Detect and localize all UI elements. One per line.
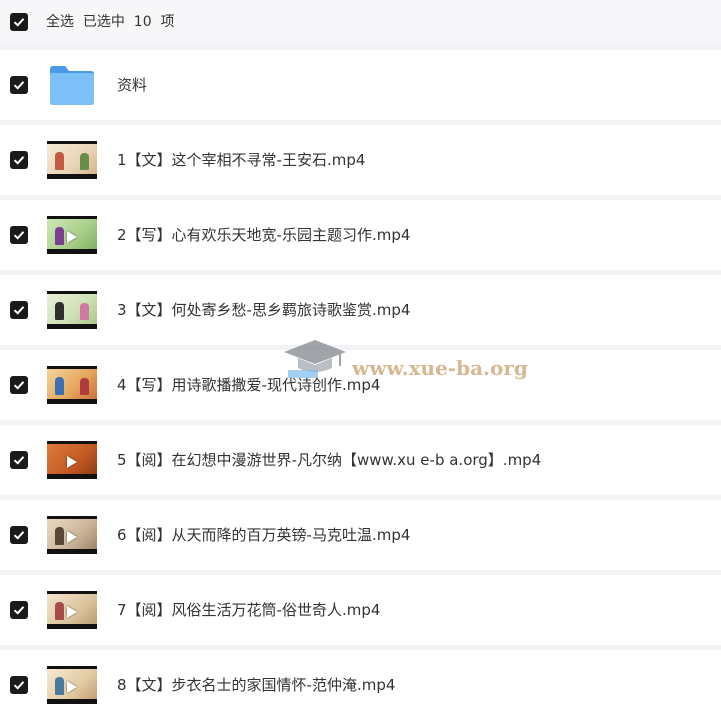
checkmark-icon xyxy=(13,18,25,27)
list-item-video[interactable]: 4【写】用诗歌播撒爱-现代诗创作.mp4 xyxy=(0,350,721,420)
checkmark-icon xyxy=(13,156,25,165)
checkmark-icon xyxy=(13,306,25,315)
item-name[interactable]: 8【文】步衣名士的家国情怀-范仲淹.mp4 xyxy=(117,650,395,720)
item-checkbox[interactable] xyxy=(10,526,28,544)
item-checkbox[interactable] xyxy=(10,76,28,94)
folder-icon xyxy=(50,66,94,105)
checkmark-icon xyxy=(13,456,25,465)
select-all-bar: 全选 已选中 10 项 xyxy=(0,0,721,44)
checkmark-icon xyxy=(13,231,25,240)
list-item-video[interactable]: 3【文】何处寄乡愁-思乡羁旅诗歌鉴赏.mp4 xyxy=(0,275,721,345)
play-icon xyxy=(67,231,77,243)
list-item-folder[interactable]: 资料 xyxy=(0,50,721,120)
item-name[interactable]: 1【文】这个宰相不寻常-王安石.mp4 xyxy=(117,125,365,195)
checkmark-icon xyxy=(13,606,25,615)
list-item-video[interactable]: 6【阅】从天而降的百万英镑-马克吐温.mp4 xyxy=(0,500,721,570)
video-thumbnail xyxy=(47,216,97,254)
item-name[interactable]: 5【阅】在幻想中漫游世界-凡尔纳【www.xu e-b a.org】.mp4 xyxy=(117,425,541,495)
list-item-video[interactable]: 2【写】心有欢乐天地宽-乐园主题习作.mp4 xyxy=(0,200,721,270)
play-icon xyxy=(67,531,77,543)
video-thumbnail xyxy=(47,441,97,479)
item-name[interactable]: 资料 xyxy=(117,50,147,120)
video-thumbnail xyxy=(47,141,97,179)
item-checkbox[interactable] xyxy=(10,376,28,394)
list-item-video[interactable]: 5【阅】在幻想中漫游世界-凡尔纳【www.xu e-b a.org】.mp4 xyxy=(0,425,721,495)
checkmark-icon xyxy=(13,531,25,540)
item-checkbox[interactable] xyxy=(10,226,28,244)
item-name[interactable]: 2【写】心有欢乐天地宽-乐园主题习作.mp4 xyxy=(117,200,410,270)
item-checkbox[interactable] xyxy=(10,451,28,469)
video-thumbnail xyxy=(47,291,97,329)
play-icon xyxy=(67,681,77,693)
item-checkbox[interactable] xyxy=(10,301,28,319)
play-icon xyxy=(67,456,77,468)
checkmark-icon xyxy=(13,81,25,90)
item-checkbox[interactable] xyxy=(10,151,28,169)
list-item-video[interactable]: 8【文】步衣名士的家国情怀-范仲淹.mp4 xyxy=(0,650,721,720)
item-checkbox[interactable] xyxy=(10,676,28,694)
play-icon xyxy=(67,606,77,618)
selection-count-text: 全选 已选中 10 项 xyxy=(46,14,175,30)
list-item-video[interactable]: 1【文】这个宰相不寻常-王安石.mp4 xyxy=(0,125,721,195)
video-thumbnail xyxy=(47,591,97,629)
item-name[interactable]: 7【阅】风俗生活万花筒-俗世奇人.mp4 xyxy=(117,575,380,645)
video-thumbnail xyxy=(47,516,97,554)
item-name[interactable]: 6【阅】从天而降的百万英镑-马克吐温.mp4 xyxy=(117,500,410,570)
item-checkbox[interactable] xyxy=(10,601,28,619)
checkmark-icon xyxy=(13,681,25,690)
video-thumbnail xyxy=(47,366,97,404)
select-all-checkbox[interactable] xyxy=(10,13,28,31)
item-name[interactable]: 3【文】何处寄乡愁-思乡羁旅诗歌鉴赏.mp4 xyxy=(117,275,410,345)
video-thumbnail xyxy=(47,666,97,704)
list-item-video[interactable]: 7【阅】风俗生活万花筒-俗世奇人.mp4 xyxy=(0,575,721,645)
checkmark-icon xyxy=(13,381,25,390)
item-name[interactable]: 4【写】用诗歌播撒爱-现代诗创作.mp4 xyxy=(117,350,380,420)
